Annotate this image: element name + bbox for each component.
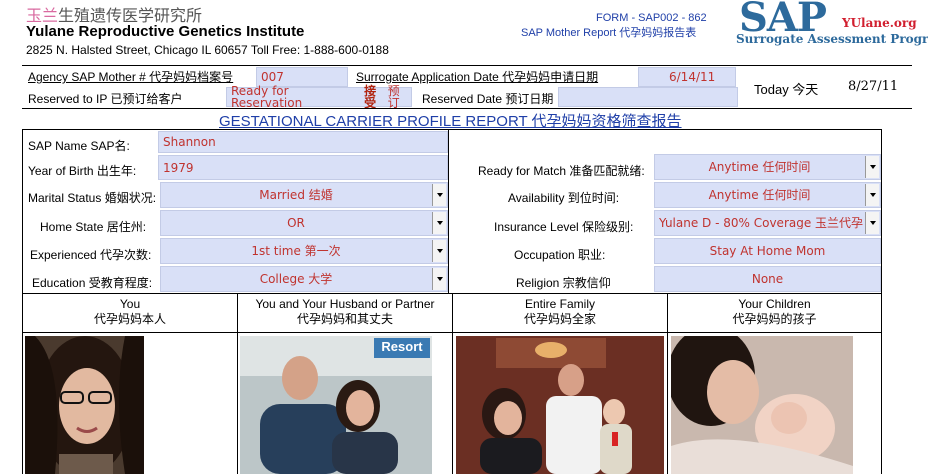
- photo-col-title: Entire Family: [524, 297, 595, 311]
- religion-label: Religion 宗教信仰: [516, 276, 611, 290]
- chevron-down-icon[interactable]: [865, 184, 879, 206]
- photo-you[interactable]: [25, 336, 144, 474]
- today-value: 8/27/11: [848, 79, 899, 94]
- occupation-value: Stay At Home Mom: [709, 244, 826, 258]
- logo-yulane-text: YUlane.org: [842, 16, 917, 30]
- photo-col-subtitle: 代孕妈妈全家: [523, 312, 596, 326]
- education-label: Education 受教育程度:: [32, 276, 153, 290]
- photo-col-you: You 代孕妈妈本人: [23, 294, 237, 332]
- availability-value: Anytime 任何时间: [708, 188, 811, 202]
- photo-col-subtitle: 代孕妈妈本人: [93, 312, 166, 326]
- chevron-down-icon[interactable]: [865, 212, 879, 234]
- experienced-select[interactable]: 1st time 第一次: [160, 238, 448, 264]
- ready-for-match-value: Anytime 任何时间: [708, 160, 811, 174]
- top-info-divider: [22, 108, 912, 109]
- form-id: FORM - SAP002 - 862: [596, 12, 707, 24]
- profile-column-divider: [448, 129, 449, 294]
- year-of-birth-value: 1979: [163, 160, 194, 175]
- ready-reservation-cn: 接受: [364, 84, 377, 110]
- chevron-down-icon[interactable]: [432, 240, 446, 262]
- year-of-birth-field[interactable]: 1979: [158, 155, 448, 180]
- home-state-value: OR: [287, 216, 305, 230]
- availability-select[interactable]: Anytime 任何时间: [654, 182, 881, 208]
- photo-col-husband: You and Your Husband or Partner 代孕妈妈和其丈夫: [238, 294, 452, 332]
- marital-status-value: Married 结婚: [259, 188, 333, 202]
- education-value: College 大学: [259, 272, 333, 286]
- marital-status-label: Marital Status 婚姻状况:: [28, 191, 157, 205]
- reserved-date-label: Reserved Date 预订日期: [422, 92, 554, 106]
- chevron-down-icon[interactable]: [432, 212, 446, 234]
- photo-grid-border: [881, 293, 882, 474]
- chevron-down-icon[interactable]: [432, 268, 446, 290]
- report-title: GESTATIONAL CARRIER PROFILE REPORT 代孕妈妈资…: [219, 113, 682, 130]
- agency-number-value: 007: [261, 70, 284, 84]
- photo-col-title: You and Your Husband or Partner: [255, 297, 435, 311]
- application-date-label: Surrogate Application Date 代孕妈妈申请日期: [356, 70, 599, 84]
- photo-col-children: Your Children 代孕妈妈的孩子: [668, 294, 881, 332]
- institute-name: Yulane Reproductive Genetics Institute: [26, 23, 305, 40]
- reserved-date-field[interactable]: [558, 87, 738, 107]
- application-date-field[interactable]: 6/14/11: [638, 67, 736, 87]
- photo-col-title: Your Children: [738, 297, 811, 311]
- application-date-value: 6/14/11: [669, 70, 716, 84]
- year-of-birth-label: Year of Birth 出生年:: [28, 164, 137, 178]
- photo-col-title: You: [119, 297, 141, 311]
- photo-col-subtitle: 代孕妈妈和其丈夫: [296, 312, 393, 326]
- profile-left-border: [22, 129, 23, 294]
- availability-label: Availability 到位时间:: [508, 191, 620, 205]
- photo-col-subtitle: 代孕妈妈的孩子: [732, 312, 817, 326]
- photo-col-family: Entire Family 代孕妈妈全家: [453, 294, 667, 332]
- chevron-down-icon[interactable]: [432, 184, 446, 206]
- experienced-value: 1st time 第一次: [251, 244, 341, 258]
- family-image: [456, 336, 664, 474]
- logo-tagline: Surrogate Assessment Program: [736, 32, 928, 46]
- sap-logo: SAP YUlane.org Surrogate Assessment Prog…: [736, 0, 928, 46]
- institute-address: 2825 N. Halsted Street, Chicago IL 60657…: [26, 43, 389, 57]
- photo-watermark: Resort: [381, 339, 423, 354]
- ready-for-match-select[interactable]: Anytime 任何时间: [654, 154, 881, 180]
- insurance-level-select[interactable]: Yulane D - 80% Coverage 玉兰代孕险: [654, 210, 881, 236]
- photo-entire-family[interactable]: [456, 336, 664, 474]
- photo-you-and-partner[interactable]: Resort: [240, 336, 432, 474]
- education-select[interactable]: College 大学: [160, 266, 448, 292]
- occupation-label: Occupation 职业:: [514, 248, 606, 262]
- form-title: SAP Mother Report 代孕妈妈报告表: [521, 27, 697, 39]
- marital-status-select[interactable]: Married 结婚: [160, 182, 448, 208]
- children-image: [671, 336, 853, 474]
- ready-reservation-cn2: 预订: [387, 84, 400, 110]
- couple-image: [240, 336, 432, 474]
- insurance-level-label: Insurance Level 保险级别:: [494, 220, 634, 234]
- home-state-select[interactable]: OR: [160, 210, 448, 236]
- agency-label: Agency SAP Mother # 代孕妈妈档案号: [28, 70, 234, 84]
- ready-reservation-field[interactable]: Ready for Reservation 接受 预订: [226, 84, 412, 110]
- religion-value: None: [751, 272, 784, 286]
- portrait-image: [25, 336, 144, 474]
- chevron-down-icon[interactable]: [865, 156, 879, 178]
- experienced-label: Experienced 代孕次数:: [30, 248, 152, 262]
- sap-name-label: SAP Name SAP名:: [28, 139, 130, 153]
- profile-top-border: [22, 129, 882, 130]
- reserved-ip-label: Reserved to IP 已预订给客户: [28, 92, 183, 106]
- ready-reservation-label: Ready for Reservation: [231, 84, 303, 110]
- home-state-label: Home State 居住州:: [40, 220, 147, 234]
- profile-right-border: [881, 129, 882, 294]
- sap-name-value: Shannon: [163, 135, 216, 149]
- ready-for-match-label: Ready for Match 准备匹配就绪:: [478, 164, 645, 178]
- header-divider: [22, 65, 912, 66]
- sap-name-field[interactable]: Shannon: [158, 131, 448, 153]
- photo-your-children[interactable]: [671, 336, 853, 474]
- insurance-level-value: Yulane D - 80% Coverage 玉兰代孕险: [659, 217, 864, 229]
- today-label: Today 今天: [754, 82, 819, 97]
- occupation-field[interactable]: Stay At Home Mom: [654, 238, 881, 264]
- religion-field[interactable]: None: [654, 266, 881, 292]
